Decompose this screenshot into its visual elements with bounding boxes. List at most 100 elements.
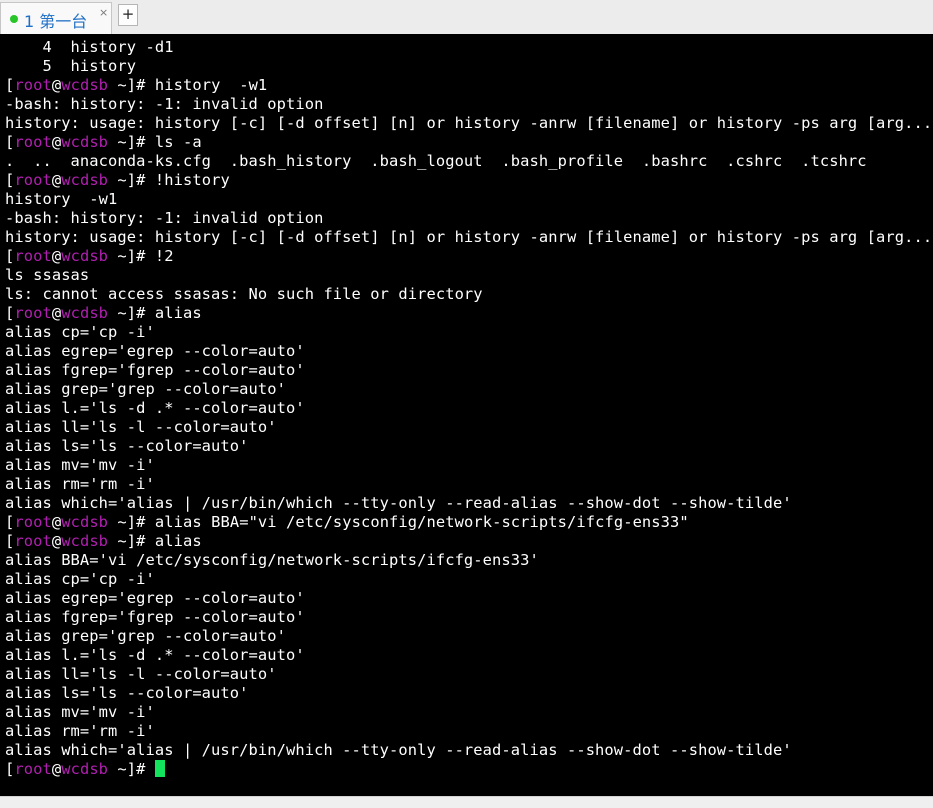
output-line: alias ls='ls --color=auto' [5, 437, 249, 455]
command-text: history -w1 [154, 76, 268, 94]
output-line: alias mv='mv -i' [5, 456, 155, 474]
prompt-bracket-close: ]# [126, 76, 155, 94]
command-text: ls -a [154, 133, 202, 151]
prompt-bracket-open: [ [5, 133, 15, 151]
prompt-host: wcdsb [61, 171, 109, 189]
prompt-host: wcdsb [61, 247, 109, 265]
tab-label: 1 第一台 [24, 12, 88, 31]
prompt-user: root [14, 171, 52, 189]
prompt-host: wcdsb [61, 133, 109, 151]
output-line: alias ls='ls --color=auto' [5, 684, 249, 702]
output-line: alias l.='ls -d .* --color=auto' [5, 399, 305, 417]
terminal-output[interactable]: 4 history -d1 5 history [root@wcdsb ~]# h… [0, 34, 933, 796]
output-line: alias ll='ls -l --color=auto' [5, 665, 277, 683]
prompt-at: @ [51, 171, 62, 189]
prompt-line: [root@wcdsb ~]# alias BBA="vi /etc/sysco… [5, 513, 933, 532]
prompt-bracket-open: [ [5, 532, 15, 550]
command-text: alias [154, 532, 202, 550]
prompt-bracket-close: ]# [126, 760, 155, 778]
prompt-user: root [14, 760, 52, 778]
status-bar [0, 796, 933, 808]
prompt-host: wcdsb [61, 76, 109, 94]
output-line: alias fgrep='fgrep --color=auto' [5, 361, 305, 379]
output-line: 5 history [5, 57, 137, 75]
output-line: alias cp='cp -i' [5, 323, 155, 341]
output-line: alias mv='mv -i' [5, 703, 155, 721]
output-line: alias rm='rm -i' [5, 475, 155, 493]
output-line: alias which='alias | /usr/bin/which --tt… [5, 741, 792, 759]
prompt-user: root [14, 247, 52, 265]
output-line: alias cp='cp -i' [5, 570, 155, 588]
command-text: !2 [154, 247, 174, 265]
prompt-host: wcdsb [61, 513, 109, 531]
output-line: alias grep='grep --color=auto' [5, 380, 286, 398]
prompt-user: root [14, 304, 52, 322]
connected-status-icon [10, 15, 18, 23]
command-text: alias BBA="vi /etc/sysconfig/network-scr… [154, 513, 689, 531]
terminal-cursor [154, 760, 165, 777]
prompt-line: [root@wcdsb ~]# [5, 760, 933, 779]
prompt-dir: ~ [108, 76, 127, 94]
prompt-line: [root@wcdsb ~]# alias [5, 532, 933, 551]
close-icon[interactable]: × [99, 6, 108, 19]
prompt-line: [root@wcdsb ~]# ls -a [5, 133, 933, 152]
prompt-at: @ [51, 760, 62, 778]
terminal-lines: 4 history -d1 5 history [root@wcdsb ~]# h… [5, 38, 933, 779]
prompt-line: [root@wcdsb ~]# alias [5, 304, 933, 323]
new-tab-button[interactable]: + [118, 4, 138, 26]
output-line: alias egrep='egrep --color=auto' [5, 589, 305, 607]
prompt-bracket-close: ]# [126, 513, 155, 531]
output-line: alias BBA='vi /etc/sysconfig/network-scr… [5, 551, 539, 569]
prompt-user: root [14, 133, 52, 151]
prompt-dir: ~ [108, 513, 127, 531]
tab-bar: 1 第一台 × + [0, 0, 933, 35]
prompt-bracket-close: ]# [126, 133, 155, 151]
output-line: -bash: history: -1: invalid option [5, 95, 324, 113]
prompt-dir: ~ [108, 532, 127, 550]
prompt-dir: ~ [108, 171, 127, 189]
command-text: alias [154, 304, 202, 322]
prompt-bracket-open: [ [5, 171, 15, 189]
prompt-bracket-close: ]# [126, 532, 155, 550]
output-line: history: usage: history [-c] [-d offset]… [5, 114, 933, 132]
prompt-dir: ~ [108, 760, 127, 778]
prompt-bracket-close: ]# [126, 171, 155, 189]
output-line: alias l.='ls -d .* --color=auto' [5, 646, 305, 664]
prompt-host: wcdsb [61, 760, 109, 778]
output-line: alias which='alias | /usr/bin/which --tt… [5, 494, 792, 512]
prompt-dir: ~ [108, 304, 127, 322]
output-line: 4 history -d1 [5, 38, 174, 56]
prompt-bracket-close: ]# [126, 304, 155, 322]
prompt-line: [root@wcdsb ~]# !history [5, 171, 933, 190]
command-text: !history [154, 171, 230, 189]
prompt-at: @ [51, 247, 62, 265]
output-line: -bash: history: -1: invalid option [5, 209, 324, 227]
prompt-bracket-open: [ [5, 247, 15, 265]
prompt-at: @ [51, 513, 62, 531]
output-line: ls ssasas [5, 266, 90, 284]
prompt-user: root [14, 513, 52, 531]
output-line: . .. anaconda-ks.cfg .bash_history .bash… [5, 152, 867, 170]
output-line: alias ll='ls -l --color=auto' [5, 418, 277, 436]
prompt-bracket-close: ]# [126, 247, 155, 265]
prompt-bracket-open: [ [5, 76, 15, 94]
prompt-user: root [14, 532, 52, 550]
output-line: alias egrep='egrep --color=auto' [5, 342, 305, 360]
prompt-host: wcdsb [61, 532, 109, 550]
output-line: history: usage: history [-c] [-d offset]… [5, 228, 933, 246]
prompt-at: @ [51, 76, 62, 94]
prompt-user: root [14, 76, 52, 94]
prompt-bracket-open: [ [5, 304, 15, 322]
tab-session-1[interactable]: 1 第一台 × [0, 2, 112, 34]
output-line: alias rm='rm -i' [5, 722, 155, 740]
output-line: alias fgrep='fgrep --color=auto' [5, 608, 305, 626]
prompt-dir: ~ [108, 247, 127, 265]
output-line: history -w1 [5, 190, 118, 208]
prompt-host: wcdsb [61, 304, 109, 322]
prompt-at: @ [51, 304, 62, 322]
prompt-line: [root@wcdsb ~]# history -w1 [5, 76, 933, 95]
prompt-bracket-open: [ [5, 513, 15, 531]
prompt-bracket-open: [ [5, 760, 15, 778]
prompt-dir: ~ [108, 133, 127, 151]
prompt-line: [root@wcdsb ~]# !2 [5, 247, 933, 266]
